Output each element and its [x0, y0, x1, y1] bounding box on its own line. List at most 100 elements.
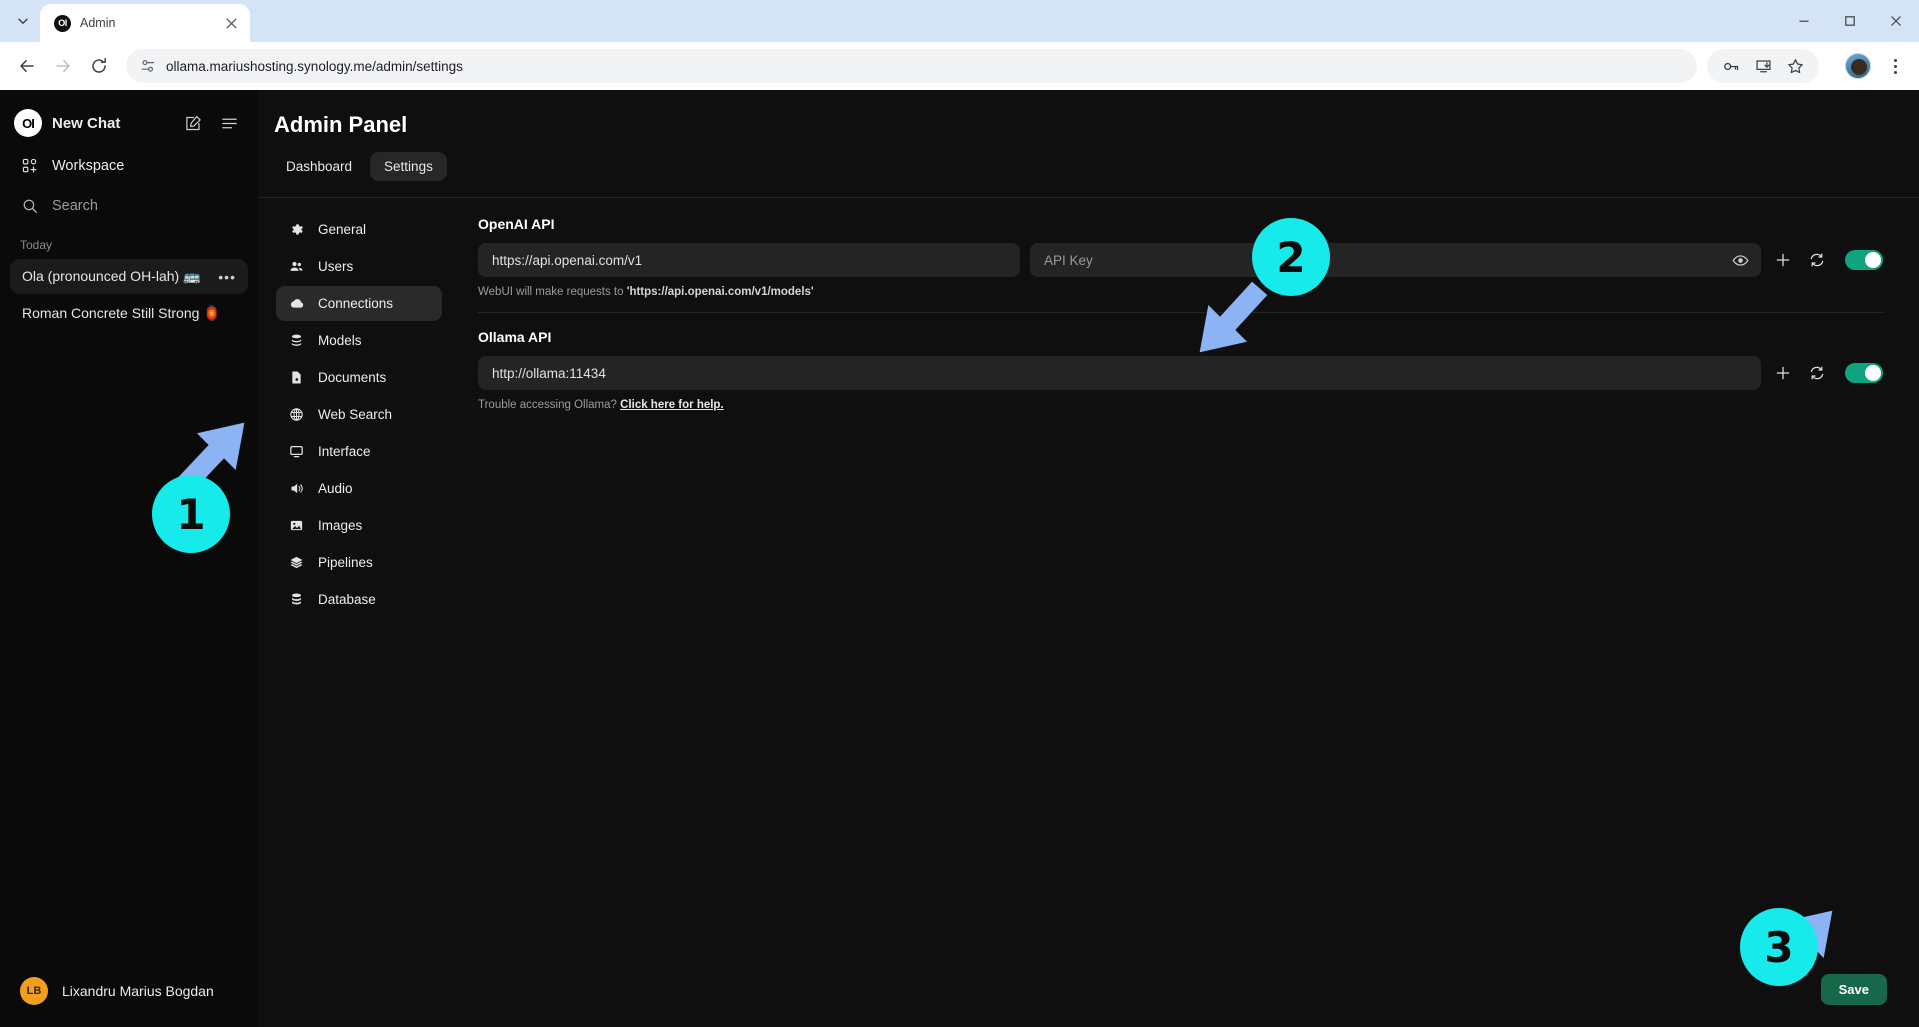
- sidebar-item-label: Database: [318, 592, 376, 607]
- ollama-api-toggle[interactable]: [1845, 363, 1883, 383]
- layers-icon: [288, 554, 305, 571]
- window-controls: [1781, 0, 1919, 42]
- forward-button[interactable]: [46, 49, 80, 83]
- workspace-grid-icon: [20, 156, 40, 176]
- monitor-icon: [288, 443, 305, 460]
- sidebar-item-connections[interactable]: Connections: [276, 286, 442, 321]
- stack-database-icon: [288, 332, 305, 349]
- sidebar-item-models[interactable]: Models: [276, 323, 442, 358]
- openai-api-toggle[interactable]: [1845, 250, 1883, 270]
- omnibox-actions: [1707, 49, 1819, 83]
- password-key-icon: [1723, 62, 1738, 70]
- sidebar-item-label: Workspace: [52, 158, 125, 174]
- list-item[interactable]: Roman Concrete Still Strong 🏮: [10, 296, 248, 331]
- openai-api-key-input[interactable]: [1030, 243, 1761, 277]
- sidebar-item-pipelines[interactable]: Pipelines: [276, 545, 442, 580]
- window-minimize-button[interactable]: [1781, 0, 1827, 42]
- sidebar-toggle-icon: [221, 118, 237, 128]
- sidebar-item-label: Pipelines: [318, 555, 373, 570]
- refresh-icon: [1810, 253, 1824, 267]
- sidebar-item-label: Images: [318, 518, 363, 533]
- omnibox[interactable]: ollama.mariushosting.synology.me/admin/s…: [126, 49, 1697, 83]
- browser-toolbar: ollama.mariushosting.synology.me/admin/s…: [0, 42, 1919, 90]
- openai-hint-url: 'https://api.openai.com/v1/models': [626, 286, 814, 298]
- toggle-apikey-visibility-button[interactable]: [1729, 249, 1751, 271]
- openai-api-section: OpenAI API https://api.openai.com/v1 API…: [478, 216, 1883, 298]
- arrow-forward-icon: [56, 60, 70, 72]
- reload-icon: [92, 57, 106, 73]
- tab-dashboard[interactable]: Dashboard: [272, 152, 366, 181]
- sidebar-item-users[interactable]: Users: [276, 249, 442, 284]
- sidebar-item-workspace[interactable]: Workspace: [10, 148, 248, 184]
- browser-tabstrip: OI Admin: [0, 0, 1919, 42]
- sidebar-item-database[interactable]: Database: [276, 582, 442, 617]
- openai-base-url-input[interactable]: [478, 243, 1020, 277]
- sidebar-item-images[interactable]: Images: [276, 508, 442, 543]
- window-close-button[interactable]: [1873, 0, 1919, 42]
- add-openai-connection-button[interactable]: [1771, 248, 1795, 272]
- ollama-base-url-input[interactable]: [478, 356, 1761, 390]
- password-key-button[interactable]: [1717, 52, 1745, 80]
- browser-tab[interactable]: OI Admin: [40, 4, 250, 42]
- omnibox-url-text: ollama.mariushosting.synology.me/admin/s…: [166, 58, 463, 74]
- sidebar-item-label: Documents: [318, 370, 387, 385]
- sidebar-item-general[interactable]: General: [276, 212, 442, 247]
- install-app-button[interactable]: [1749, 52, 1777, 80]
- users-icon: [288, 258, 305, 275]
- list-item[interactable]: Ola (pronounced OH-lah) 🚌 •••: [10, 259, 248, 294]
- sidebar-item-web-search[interactable]: Web Search: [276, 397, 442, 432]
- tab-search-dropdown[interactable]: [6, 4, 40, 38]
- ollama-help-link[interactable]: Click here for help.: [620, 399, 724, 411]
- app-window: OI New Chat Workspace Search Today Ola (…: [0, 90, 1919, 1027]
- sidebar-item-label: Users: [318, 259, 354, 274]
- refresh-ollama-button[interactable]: [1805, 361, 1829, 385]
- new-chat-button[interactable]: [180, 110, 206, 136]
- chat-title: Ola (pronounced OH-lah) 🚌: [22, 268, 201, 284]
- sidebar-header: OI New Chat: [0, 100, 258, 146]
- browser-menu-button[interactable]: [1881, 49, 1909, 83]
- sidebar-item-label: Connections: [318, 296, 394, 311]
- browser-profile-avatar[interactable]: [1845, 53, 1871, 79]
- window-maximize-button[interactable]: [1827, 0, 1873, 42]
- sidebar-item-label: Search: [52, 198, 98, 214]
- maximize-icon: [1845, 16, 1855, 26]
- bookmark-star-icon: [1787, 58, 1803, 73]
- back-button[interactable]: [10, 49, 44, 83]
- ollama-api-hint: Trouble accessing Ollama? Click here for…: [478, 399, 1883, 411]
- tab-close-button[interactable]: [222, 14, 240, 32]
- chat-section-label: Today: [20, 238, 53, 252]
- new-chat-label[interactable]: New Chat: [52, 115, 170, 132]
- sidebar-item-label: General: [318, 222, 367, 237]
- avatar: LB: [20, 977, 48, 1005]
- sidebar-item-audio[interactable]: Audio: [276, 471, 442, 506]
- pencil-square-icon: [185, 115, 201, 130]
- three-dots-menu-icon: [1893, 58, 1897, 62]
- close-icon: [226, 18, 236, 28]
- sidebar-user-profile[interactable]: LB Lixandru Marius Bogdan: [0, 963, 258, 1027]
- arrow-back-icon: [20, 60, 34, 72]
- tab-favicon: OI: [54, 14, 71, 32]
- tab-settings[interactable]: Settings: [370, 152, 447, 181]
- more-options-icon[interactable]: •••: [218, 269, 236, 285]
- openai-hint-prefix: WebUI will make requests to: [478, 286, 627, 298]
- gear-icon: [288, 221, 305, 238]
- page-title: Admin Panel: [274, 112, 408, 137]
- bookmark-star-button[interactable]: [1781, 52, 1809, 80]
- sidebar-item-interface[interactable]: Interface: [276, 434, 442, 469]
- cloud-icon: [288, 295, 305, 312]
- tune-icon: [141, 60, 155, 72]
- add-ollama-connection-button[interactable]: [1771, 361, 1795, 385]
- sidebar-collapse-button[interactable]: [216, 110, 242, 136]
- save-button[interactable]: Save: [1820, 974, 1887, 1005]
- image-icon: [288, 517, 305, 534]
- ollama-hint-prefix: Trouble accessing Ollama?: [478, 399, 621, 411]
- database-icon: [288, 591, 305, 608]
- reload-button[interactable]: [82, 49, 116, 83]
- sidebar-item-label: Models: [318, 333, 362, 348]
- sidebar-item-documents[interactable]: Documents: [276, 360, 442, 395]
- refresh-openai-button[interactable]: [1805, 248, 1829, 272]
- section-divider: [478, 312, 1883, 313]
- plus-icon: [1776, 366, 1790, 380]
- sidebar-item-search[interactable]: Search: [10, 188, 248, 224]
